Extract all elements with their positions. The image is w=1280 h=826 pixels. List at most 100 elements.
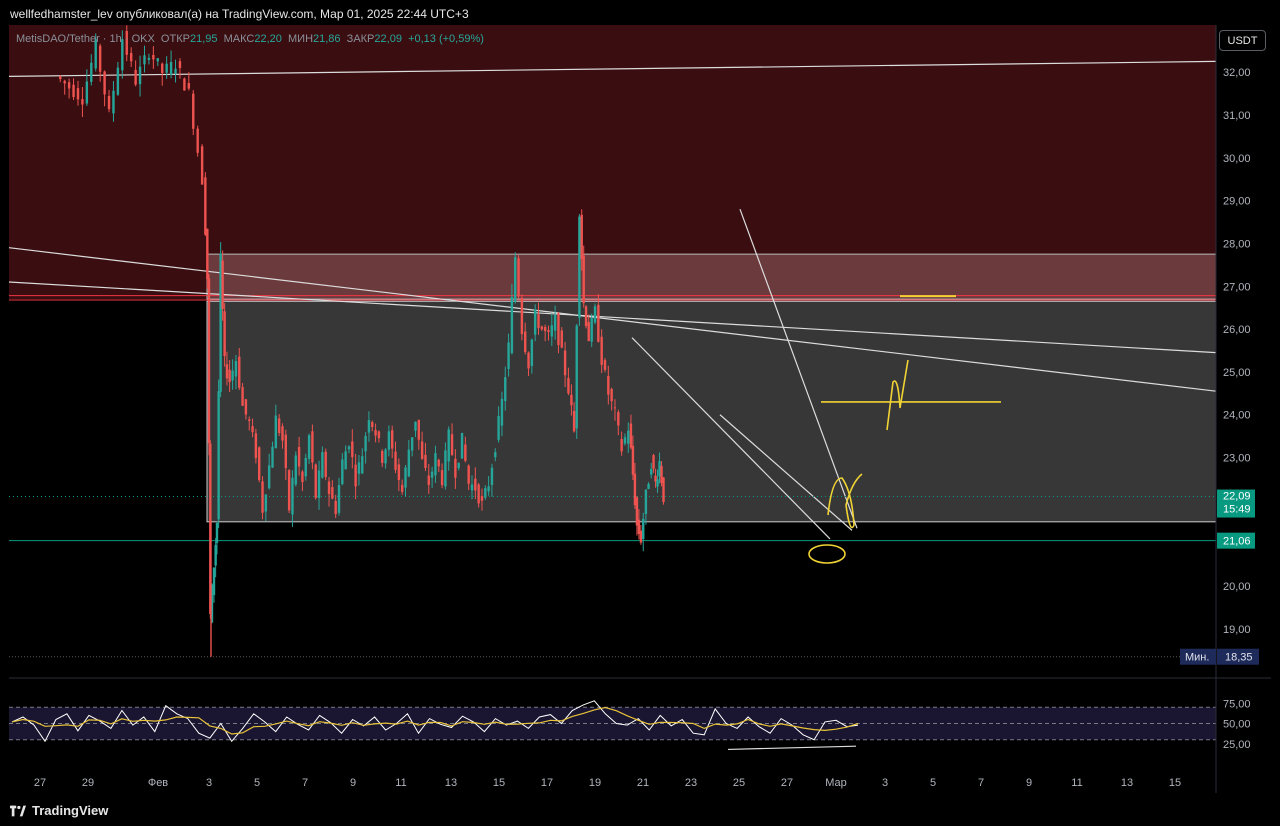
candle-body (620, 438, 623, 452)
candle-body (582, 255, 585, 304)
candle-body (274, 415, 278, 449)
legend-symbol[interactable]: MetisDAO/Tether (16, 33, 100, 45)
candle-body (76, 88, 80, 100)
candle-body (347, 446, 351, 450)
candle-body (387, 431, 391, 450)
candle-body (258, 447, 261, 481)
candle-body (500, 398, 504, 426)
price-tick-label: 31,00 (1223, 110, 1251, 122)
candle-body (464, 444, 467, 461)
candle-body (584, 306, 588, 327)
time-tick-label: 13 (1121, 777, 1133, 789)
candle-body (351, 441, 354, 458)
candle-body (314, 464, 317, 498)
candle-body (204, 177, 207, 235)
candle-body (517, 258, 520, 297)
candle-body (623, 437, 627, 444)
candle-body (497, 416, 500, 440)
candle-body (510, 296, 514, 354)
candle-body (507, 342, 510, 370)
candle-body (169, 62, 173, 75)
candle-body (597, 304, 600, 342)
candle-body (215, 522, 219, 543)
price-tick-label: 26,00 (1223, 324, 1251, 336)
candle-body (575, 325, 578, 429)
candle-body (183, 78, 186, 91)
current-price-label: 22,09 (1223, 491, 1251, 503)
candle-body (234, 361, 238, 377)
candle-body (504, 377, 507, 401)
candle-body (334, 500, 337, 515)
candle-body (143, 55, 146, 65)
candle-body (384, 449, 387, 464)
candle-body (474, 478, 477, 491)
candle-body (165, 63, 168, 73)
candle-body (178, 61, 182, 68)
footer (0, 796, 1280, 826)
candle-body (404, 467, 407, 488)
time-tick-label: 9 (1026, 777, 1032, 789)
tradingview-logo[interactable]: TradingView (10, 803, 108, 818)
candle-body (206, 228, 209, 279)
candle-body (156, 58, 159, 62)
candle-body (307, 435, 311, 459)
price-tick-label: 32,00 (1223, 67, 1251, 79)
price-tick-label: 29,00 (1223, 196, 1251, 208)
candle-body (642, 518, 645, 540)
price-tick-label: 25,00 (1223, 367, 1251, 379)
candle-body (410, 437, 414, 451)
candle-body (287, 470, 291, 511)
candle-body (440, 470, 444, 486)
candle-body (414, 421, 417, 431)
candle-body (480, 496, 484, 501)
legend-high: 22,20 (254, 33, 282, 45)
legend-change: +0,13 (+0,59%) (408, 33, 484, 45)
candle-body (116, 67, 120, 95)
legend-high-label: МАКС (223, 33, 255, 45)
candle-body (281, 426, 284, 441)
rsi-tick-label: 25,00 (1223, 739, 1251, 751)
candle-body (90, 62, 93, 82)
candle-body (450, 434, 454, 455)
legend-interval[interactable]: 1h (110, 33, 122, 45)
candle-body (377, 431, 381, 439)
candle-body (223, 311, 226, 357)
candle-body (391, 430, 394, 449)
price-tick-label: 28,00 (1223, 238, 1251, 250)
candle-body (417, 419, 421, 440)
time-tick-label: 5 (254, 777, 260, 789)
candle-body (647, 483, 650, 490)
rsi-tick-label: 50,00 (1223, 719, 1251, 731)
legend-open: 21,95 (189, 33, 218, 45)
candle-body (81, 99, 84, 105)
candle-body (200, 146, 204, 185)
candle-body (297, 446, 301, 467)
candle-body (374, 429, 377, 436)
candle-body (593, 306, 597, 323)
candle-body (644, 489, 648, 515)
currency-button[interactable]: USDT (1219, 30, 1266, 51)
candle-body (629, 423, 633, 448)
candle-body (291, 477, 294, 515)
candle-body (67, 82, 71, 89)
candle-body (284, 434, 288, 468)
price-chart[interactable]: 32,00 31,00 30,00 29,00 28,00 27,00 26,00 25,00… (0, 0, 1280, 826)
candle-body (301, 471, 304, 482)
legend-close-label: ЗАКР (346, 33, 375, 45)
time-tick-label: 15 (493, 777, 505, 789)
candle-body (656, 479, 659, 487)
candle-body (371, 422, 374, 428)
candle-body (430, 471, 434, 478)
candle-body (241, 387, 244, 406)
supply-box (206, 253, 1217, 300)
candle-body (361, 456, 364, 474)
candle-body (217, 391, 220, 520)
candle-body (514, 257, 517, 302)
price-tick-label: 24,00 (1223, 410, 1251, 422)
candle-body (537, 314, 540, 328)
price-tick-label: 19,00 (1223, 624, 1251, 636)
candle-body (72, 84, 75, 98)
candle-body (650, 468, 653, 475)
legend-low: 21,86 (313, 33, 341, 45)
candle-body (543, 327, 547, 332)
